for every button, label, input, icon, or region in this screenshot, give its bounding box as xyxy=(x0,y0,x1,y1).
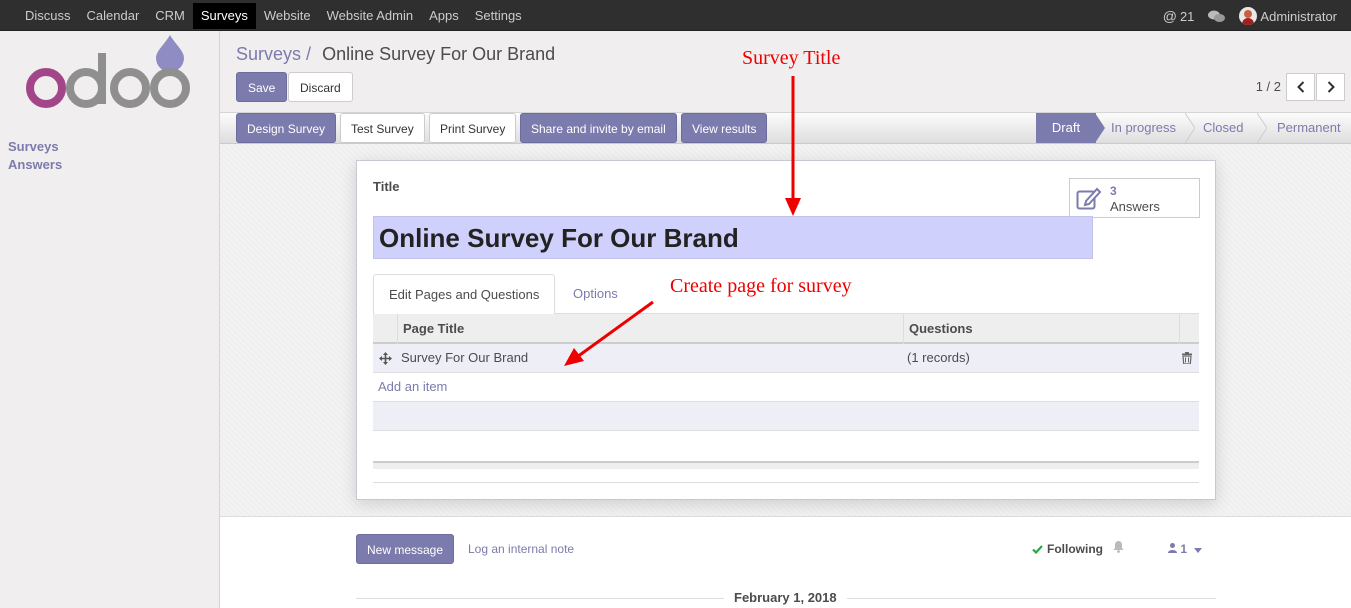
sidebar-item-surveys[interactable]: Surveys xyxy=(8,139,59,154)
menu-calendar[interactable]: Calendar xyxy=(79,3,148,29)
sidebar: Surveys Answers xyxy=(0,31,220,608)
answers-count: 3 xyxy=(1110,184,1117,198)
menu-website[interactable]: Website xyxy=(256,3,319,29)
sidebar-item-answers[interactable]: Answers xyxy=(8,157,62,172)
odoo-logo xyxy=(26,35,190,108)
user-icon xyxy=(1168,543,1177,553)
view-results-button[interactable]: View results xyxy=(681,113,768,143)
tab-options[interactable]: Options xyxy=(558,274,633,315)
chat-bubbles-icon xyxy=(1208,10,1226,22)
form-header: Design Survey Test Survey Print Survey S… xyxy=(220,113,1351,144)
followers-button[interactable]: 1 xyxy=(1168,542,1203,556)
share-invite-button[interactable]: Share and invite by email xyxy=(520,113,677,143)
table-footer xyxy=(373,461,1199,469)
user-name: Administrator xyxy=(1260,8,1337,24)
form-separator xyxy=(373,469,1199,483)
test-survey-button[interactable]: Test Survey xyxy=(340,113,425,143)
breadcrumb-surveys[interactable]: Surveys xyxy=(236,44,301,64)
tab-edit-pages[interactable]: Edit Pages and Questions xyxy=(373,274,556,315)
new-message-button[interactable]: New message xyxy=(356,534,455,564)
pager-previous-button[interactable] xyxy=(1286,73,1315,101)
check-icon xyxy=(1032,544,1043,554)
mentions-count: 21 xyxy=(1179,8,1195,24)
row-page-title: Survey For Our Brand xyxy=(401,350,529,365)
menu-crm[interactable]: CRM xyxy=(147,3,193,29)
breadcrumb-separator: / xyxy=(306,44,312,64)
stage-in-progress[interactable]: In progress xyxy=(1105,113,1185,143)
chevron-right-icon xyxy=(1327,81,1335,93)
trash-icon[interactable] xyxy=(1182,352,1192,364)
menu-discuss[interactable]: Discuss xyxy=(17,3,79,29)
date-separator: February 1, 2018 xyxy=(356,590,1216,605)
at-icon: @ xyxy=(1162,8,1177,24)
column-actions xyxy=(1179,314,1199,344)
breadcrumb-current: Online Survey For Our Brand xyxy=(322,44,556,64)
menu-settings[interactable]: Settings xyxy=(467,3,530,29)
stage-closed[interactable]: Closed xyxy=(1195,113,1257,143)
status-bar: Draft In progress Closed Permanent xyxy=(1036,113,1351,143)
discard-button[interactable]: Discard xyxy=(288,72,353,102)
app-menu: Discuss Calendar CRM Surveys Website Web… xyxy=(17,3,530,29)
annotation-create-page: Create page for survey xyxy=(670,275,852,297)
title-label: Title xyxy=(373,179,400,194)
column-page-title[interactable]: Page Title xyxy=(397,314,907,344)
design-survey-button[interactable]: Design Survey xyxy=(236,113,337,143)
edit-icon xyxy=(1076,187,1102,210)
breadcrumb: Surveys / Online Survey For Our Brand xyxy=(236,44,555,65)
top-navbar: Discuss Calendar CRM Surveys Website Web… xyxy=(0,0,1351,31)
stage-arrow-icon xyxy=(1185,113,1195,143)
row-questions: (1 records) xyxy=(907,350,970,365)
answers-stat-button[interactable]: 3 Answers xyxy=(1069,178,1200,218)
annotation-survey-title: Survey Title xyxy=(742,47,841,69)
mentions-button[interactable]: @ 21 xyxy=(1163,8,1195,24)
menu-apps[interactable]: Apps xyxy=(421,3,467,29)
log-note-button[interactable]: Log an internal note xyxy=(468,542,574,556)
messages-button[interactable] xyxy=(1208,10,1226,23)
message-date: February 1, 2018 xyxy=(724,590,847,605)
menu-surveys[interactable]: Surveys xyxy=(192,3,256,29)
pages-table: Page Title Questions Survey For Our Bran… xyxy=(373,314,1199,483)
following-label: Following xyxy=(1047,542,1103,556)
table-row[interactable]: Survey For Our Brand (1 records) xyxy=(373,344,1199,373)
column-questions[interactable]: Questions xyxy=(903,314,1179,344)
print-survey-button[interactable]: Print Survey xyxy=(429,113,517,143)
followers-count: 1 xyxy=(1180,542,1188,556)
answers-label: Answers xyxy=(1110,199,1160,214)
caret-down-icon xyxy=(1194,548,1203,553)
table-header: Page Title Questions xyxy=(373,314,1199,344)
form-sheet: Title 3 Answers Online Survey For Our Br… xyxy=(356,160,1216,500)
bell-icon[interactable] xyxy=(1113,541,1124,553)
stage-arrow-icon xyxy=(1095,113,1105,143)
add-item-link[interactable]: Add an item xyxy=(373,373,1199,402)
chevron-left-icon xyxy=(1296,81,1304,93)
systray: @ 21 Administrator xyxy=(1163,3,1351,29)
table-spacer xyxy=(373,431,1199,461)
following-button[interactable]: Following xyxy=(1032,542,1103,556)
save-button[interactable]: Save xyxy=(236,72,288,102)
table-empty-row xyxy=(373,402,1199,431)
control-panel: Surveys / Online Survey For Our Brand Sa… xyxy=(220,31,1351,113)
stage-arrow-icon xyxy=(1257,113,1267,143)
pager-value: 1 / 2 xyxy=(1255,79,1281,94)
pager-next-button[interactable] xyxy=(1316,73,1345,101)
user-menu[interactable]: Administrator xyxy=(1239,7,1337,25)
title-input[interactable]: Online Survey For Our Brand xyxy=(373,216,1093,259)
stage-permanent[interactable]: Permanent xyxy=(1267,113,1351,143)
avatar xyxy=(1239,7,1258,25)
stage-draft[interactable]: Draft xyxy=(1036,113,1096,143)
menu-website-admin[interactable]: Website Admin xyxy=(319,3,421,29)
chatter: New message Log an internal note Followi… xyxy=(220,517,1351,608)
drag-handle-icon[interactable] xyxy=(379,352,392,365)
